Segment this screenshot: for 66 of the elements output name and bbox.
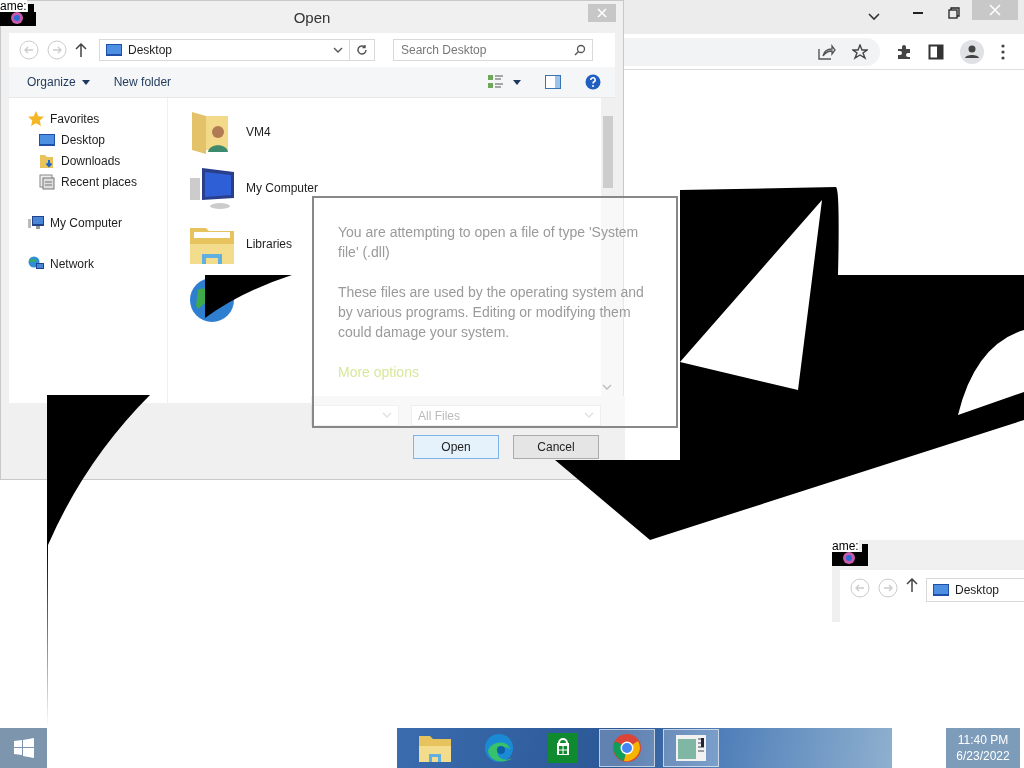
nav-item[interactable]: My Computer — [9, 212, 167, 233]
taskbar-app-button[interactable] — [663, 729, 719, 767]
download-folder-icon — [39, 152, 55, 169]
chevron-icon[interactable] — [333, 46, 343, 54]
refresh-icon[interactable] — [356, 44, 368, 56]
desktop-icon — [106, 44, 122, 56]
file-item[interactable]: VM4 — [188, 104, 271, 160]
up-arrow-icon[interactable] — [75, 43, 87, 57]
dialog-title: Open — [293, 8, 331, 26]
organize-menu[interactable]: Organize — [19, 73, 98, 91]
nav-item[interactable]: Desktop — [9, 129, 167, 150]
nav-item[interactable]: Favorites — [9, 108, 167, 129]
close-icon — [597, 8, 607, 18]
star-icon — [28, 110, 44, 127]
cancel-button[interactable]: Cancel — [513, 435, 599, 459]
preview-pane-icon[interactable] — [545, 75, 561, 89]
warning-message: You are attempting to open a file of type 'System file' (.dll) — [338, 223, 640, 262]
menu-icon[interactable] — [1000, 43, 1006, 60]
open-button[interactable]: Open — [413, 435, 499, 459]
side-panel-icon[interactable] — [928, 43, 944, 60]
date: 6/23/2022 — [956, 748, 1010, 764]
app-icon — [832, 544, 868, 566]
computer-icon — [28, 215, 44, 230]
file-item[interactable]: My Computer — [188, 160, 319, 216]
file-name-dropdown[interactable] — [311, 405, 399, 426]
view-options-icon[interactable] — [487, 74, 505, 90]
chrome-icon — [612, 733, 642, 763]
restore-icon — [948, 7, 960, 19]
profile-icon[interactable] — [960, 39, 984, 64]
nav-item[interactable]: Downloads — [9, 150, 167, 171]
address-field[interactable]: Desktop — [99, 39, 375, 61]
recent-places-icon — [39, 173, 55, 190]
caret-icon — [81, 79, 90, 85]
folder-icon — [419, 734, 451, 762]
up-arrow-icon[interactable] — [906, 578, 918, 592]
window-label: ame: — [0, 0, 27, 12]
chevron-icon — [868, 13, 880, 21]
search-icon — [574, 44, 586, 56]
app-icon — [0, 4, 36, 26]
warning-detail: These files are used by the operating system and by various programs. Editing or modifying them could damage your system. — [338, 283, 645, 342]
nav-item[interactable]: Network — [9, 253, 167, 274]
new-folder-button[interactable]: New folder — [105, 73, 180, 91]
address-field[interactable]: Desktop — [926, 578, 1024, 602]
window-icon — [676, 735, 706, 761]
close-icon — [989, 4, 1001, 16]
help-icon[interactable] — [585, 74, 601, 90]
chevron-icon — [584, 412, 594, 419]
edge-icon — [484, 733, 514, 763]
file-item[interactable]: Libraries — [188, 216, 293, 272]
puzzle-icon[interactable] — [896, 43, 912, 60]
nav-item[interactable]: Recent places — [9, 171, 167, 192]
desktop-icon — [933, 584, 949, 596]
taskbar-app-button[interactable] — [599, 729, 655, 767]
desktop-icon — [39, 133, 55, 146]
windows-logo-icon — [13, 738, 34, 758]
window-label: ame: — [832, 540, 859, 552]
store-icon — [548, 733, 578, 763]
start-button[interactable] — [0, 728, 47, 768]
chevron-icon — [382, 412, 392, 419]
minimize-icon — [912, 11, 924, 15]
network-icon — [28, 255, 44, 272]
bookmark-star-icon[interactable] — [852, 43, 868, 60]
caret-icon[interactable] — [513, 79, 521, 85]
search-field[interactable]: Search Desktop — [393, 39, 593, 61]
time: 11:40 PM — [957, 732, 1009, 748]
share-icon[interactable] — [818, 43, 836, 60]
